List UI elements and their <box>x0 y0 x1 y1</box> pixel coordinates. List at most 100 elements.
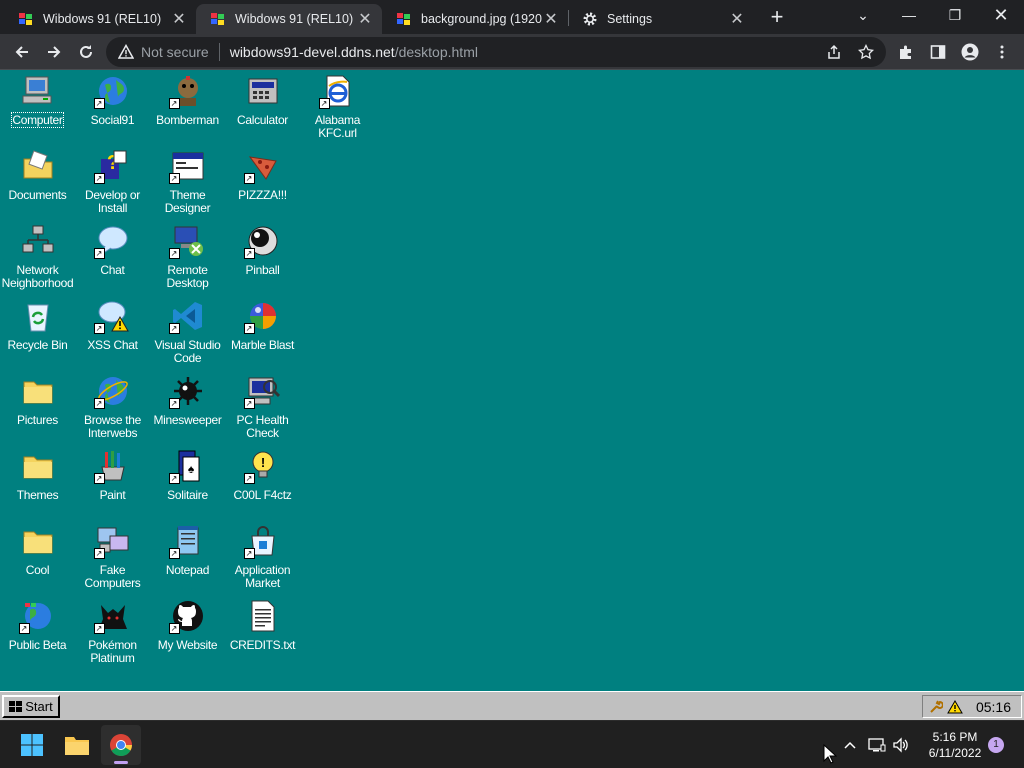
desktop-icon-pictures[interactable]: Pictures <box>0 374 75 427</box>
desktop-icon-social91[interactable]: ↗ Social91 <box>75 74 150 127</box>
desktop-icon-my-website[interactable]: ↗ My Website <box>150 599 225 652</box>
tab-settings[interactable]: Settings ✕ <box>568 4 754 34</box>
tab-wibdows-2[interactable]: Wibdows 91 (REL10) ✕ <box>196 4 382 34</box>
desktop-icon-minesweeper[interactable]: ↗ Minesweeper <box>150 374 225 427</box>
shortcut-arrow-icon: ↗ <box>243 173 255 184</box>
tab-background-jpg[interactable]: background.jpg (1920× ✕ <box>382 4 568 34</box>
minimize-button[interactable]: — <box>886 0 932 30</box>
desktop-icon-alabama-kfc[interactable]: ↗ Alabama KFC.url <box>300 74 375 140</box>
chrome-taskbar-button[interactable] <box>101 725 141 765</box>
tab-title: Wibdows 91 (REL10) <box>235 12 354 26</box>
shortcut-arrow-icon: ↗ <box>93 323 105 334</box>
taskbar-date: 6/11/2022 <box>928 746 982 760</box>
tab-wibdows-1[interactable]: Wibdows 91 (REL10) ✕ <box>4 4 196 34</box>
desktop-icon-remote-desktop[interactable]: ↗ Remote Desktop <box>150 224 225 290</box>
desktop-icon-browse-interwebs[interactable]: ↗ Browse the Interwebs <box>75 374 150 440</box>
extensions-button[interactable] <box>892 38 920 66</box>
shortcut-arrow-icon: ↗ <box>93 173 105 184</box>
desktop-icon-notepad[interactable]: ↗ Notepad <box>150 524 225 577</box>
notification-badge[interactable]: 1 <box>988 737 1004 753</box>
shortcut-arrow-icon: ↗ <box>243 323 255 334</box>
active-indicator <box>114 761 128 764</box>
shortcut-arrow-icon: ↗ <box>243 548 255 559</box>
windows-start-button[interactable] <box>12 725 52 765</box>
desktop-icon-pinball[interactable]: ↗ Pinball <box>225 224 300 277</box>
back-button[interactable] <box>8 38 36 66</box>
desktop-icon-xss-chat[interactable]: ↗ XSS Chat <box>75 299 150 352</box>
close-window-button[interactable]: ✕ <box>978 0 1024 30</box>
close-tab-icon[interactable]: ✕ <box>542 10 560 28</box>
warning-icon[interactable] <box>947 699 963 714</box>
desktop-icon-pizza[interactable]: ↗ PIZZZA!!! <box>225 149 300 202</box>
desktop-icon-cool-facts[interactable]: ! ↗ C00L F4ctz <box>225 449 300 502</box>
side-panel-button[interactable] <box>924 38 952 66</box>
folder-icon <box>23 531 52 554</box>
desktop-icon-fake-computers[interactable]: ↗ Fake Computers <box>75 524 150 590</box>
reload-button[interactable] <box>72 38 100 66</box>
security-label[interactable]: Not secure <box>141 44 209 60</box>
warning-icon[interactable] <box>118 44 134 60</box>
icon-label: Calculator <box>236 113 289 127</box>
close-tab-icon[interactable]: ✕ <box>170 10 188 28</box>
desktop-icon-marble-blast[interactable]: ↗ Marble Blast <box>225 299 300 352</box>
address-bar[interactable]: Not secure wibdows91-devel.ddns.net/desk… <box>106 37 886 67</box>
desktop-icon-pc-health-check[interactable]: ↗ PC Health Check <box>225 374 300 440</box>
desktop-icon-paint[interactable]: ↗ Paint <box>75 449 150 502</box>
arrow-right-icon <box>48 46 61 58</box>
desktop[interactable]: Computer ↗ Social91 ↗ Bomberman Calculat… <box>0 70 1024 691</box>
chrome-icon <box>110 734 132 756</box>
desktop-icon-theme-designer[interactable]: ↗ Theme Designer <box>150 149 225 215</box>
desktop-icon-credits[interactable]: CREDITS.txt <box>225 599 300 652</box>
chrome-menu-button[interactable] <box>988 38 1016 66</box>
icon-label: Network Neighborhood <box>1 263 74 290</box>
desktop-icon-bomberman[interactable]: ↗ Bomberman <box>150 74 225 127</box>
file-explorer-button[interactable] <box>57 725 97 765</box>
desktop-icon-network-neighborhood[interactable]: Network Neighborhood <box>0 224 75 290</box>
icon-label: Remote Desktop <box>166 263 209 290</box>
new-tab-button[interactable]: + <box>765 5 789 29</box>
svg-text:!: ! <box>260 455 264 470</box>
icon-label: Application Market <box>234 563 291 590</box>
bookmark-star-icon[interactable] <box>858 44 874 60</box>
computer-icon <box>22 76 51 104</box>
start-label: Start <box>25 699 53 714</box>
volume-button[interactable] <box>890 725 912 765</box>
taskbar-clock[interactable]: 5:16 PM 6/11/2022 <box>920 729 990 761</box>
tab-search-icon[interactable]: ⌄ <box>840 0 886 30</box>
desktop-icon-themes[interactable]: Themes <box>0 449 75 502</box>
desktop-icon-cool[interactable]: Cool <box>0 524 75 577</box>
wrench-icon[interactable] <box>929 700 943 714</box>
icon-label: Pictures <box>17 413 58 427</box>
windows-flag-icon <box>9 700 23 712</box>
desktop-icon-pokemon-platinum[interactable]: ↗ Pokémon Platinum <box>75 599 150 665</box>
show-hidden-icons-button[interactable] <box>840 725 860 765</box>
icon-label: Social91 <box>90 113 135 127</box>
desktop-icon-documents[interactable]: Documents <box>0 149 75 202</box>
shortcut-arrow-icon: ↗ <box>243 398 255 409</box>
close-tab-icon[interactable]: ✕ <box>356 10 374 28</box>
shortcut-arrow-icon: ↗ <box>168 323 180 334</box>
desktop-icon-recycle-bin[interactable]: Recycle Bin <box>0 299 75 352</box>
restore-button[interactable]: ❐ <box>932 0 978 30</box>
w91-taskbar: Start 05:16 <box>0 691 1024 720</box>
close-tab-icon[interactable]: ✕ <box>728 10 746 28</box>
desktop-icon-develop-or-install[interactable]: ? ↗ Develop or Install <box>75 149 150 215</box>
desktop-icon-calculator[interactable]: Calculator <box>225 74 300 127</box>
desktop-icon-vscode[interactable]: ↗ Visual Studio Code <box>150 299 225 365</box>
desktop-icon-solitaire[interactable]: ♠ ↗ Solitaire <box>150 449 225 502</box>
start-button[interactable]: Start <box>2 695 60 718</box>
desktop-icon-computer[interactable]: Computer <box>0 74 75 128</box>
icon-label: CREDITS.txt <box>229 638 296 652</box>
desktop-icon-application-market[interactable]: ↗ Application Market <box>225 524 300 590</box>
icon-label: Alabama KFC.url <box>314 113 361 140</box>
desktop-icon-public-beta[interactable]: ↗ Public Beta <box>0 599 75 652</box>
network-status-button[interactable] <box>866 725 888 765</box>
share-icon[interactable] <box>826 44 842 60</box>
icon-label: Themes <box>16 488 59 502</box>
wibdows-favicon-icon <box>19 13 32 25</box>
forward-button[interactable] <box>40 38 68 66</box>
desktop-icon-chat[interactable]: ↗ Chat <box>75 224 150 277</box>
mouse-cursor-icon <box>823 744 837 764</box>
file-explorer-icon <box>65 737 89 755</box>
profile-button[interactable] <box>956 38 984 66</box>
